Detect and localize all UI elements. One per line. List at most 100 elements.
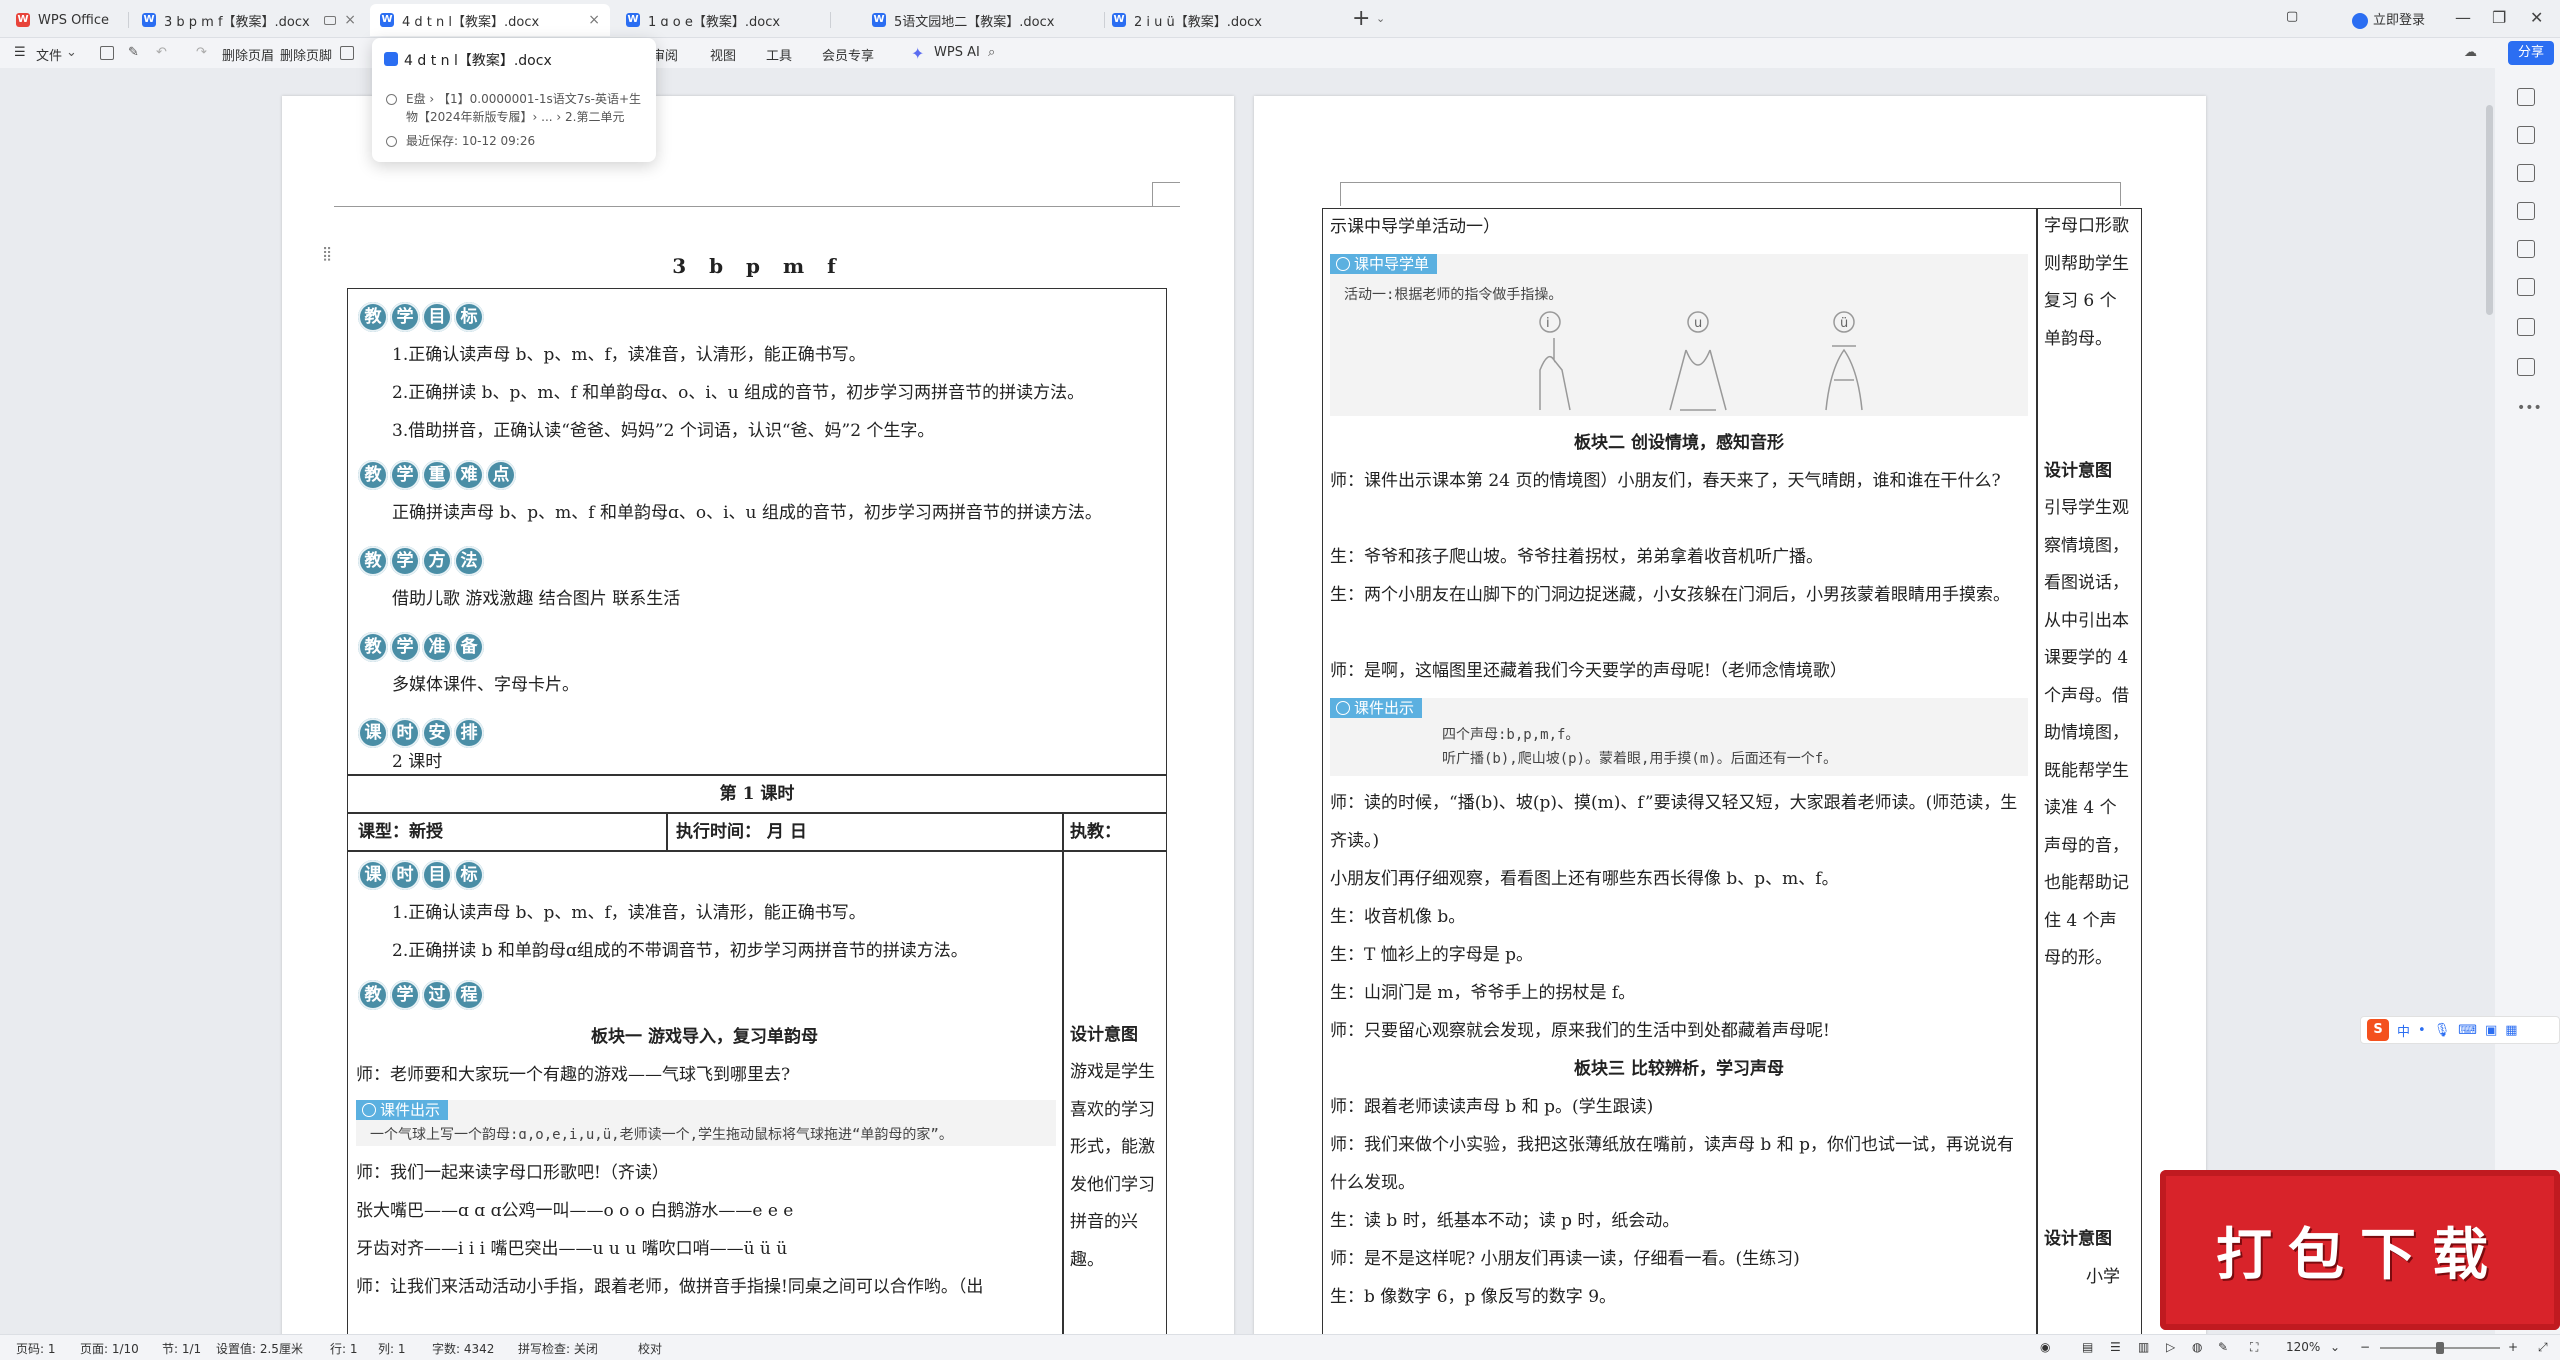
ime-language[interactable]: 中 (2397, 1021, 2410, 1040)
tab-doc-1aoe[interactable]: W 1 ɑ o e【教案】.docx (616, 4, 826, 36)
document-page-right[interactable]: 示课中导学单活动一） 课中导学单 活动一:根据老师的指令做手指操。 i u ü … (1254, 96, 2206, 1334)
menu-view[interactable]: 视图 (710, 45, 736, 64)
design-intent-text: 引导学生观察情境图，看图说话，从中引出本课要学的 4 个声母。借助情境图，既能帮… (2044, 498, 2129, 968)
zoom-in-icon[interactable]: + (2508, 1340, 2518, 1354)
outline-view-icon[interactable]: ☰ (2110, 1340, 2121, 1354)
hours-badge: 课时安排 (358, 718, 484, 748)
menu-file[interactable]: 文件 (36, 45, 62, 64)
status-words[interactable]: 字数: 4342 (432, 1340, 494, 1357)
callout-text: 活动一:根据老师的指令做手指操。 (1344, 287, 1563, 303)
zoom-slider-handle[interactable] (2436, 1342, 2444, 1354)
minimize-icon[interactable]: — (2455, 8, 2471, 27)
dialogue-line: 师：是不是这样呢? 小朋友们再读一读，仔细看一看。(生练习) (1330, 1249, 1800, 1269)
chevron-down-icon[interactable]: ⌄ (2330, 1340, 2340, 1354)
fullscreen-icon[interactable]: ⤢ (2538, 1340, 2548, 1355)
dialogue-line: 小朋友们再仔细观察，看看图上还有哪些东西长得像 b、p、m、f。 (1330, 869, 1839, 889)
chevron-down-icon[interactable]: ⌄ (66, 45, 77, 60)
tab-doc-yuwen[interactable]: W 5语文园地二【教案】.docx (862, 4, 1102, 36)
new-tab-icon[interactable]: + (1352, 6, 1370, 31)
status-spell[interactable]: 拼写检查: 关闭 (518, 1340, 598, 1357)
dialogue-line: 张大嘴巴——ɑ ɑ ɑ公鸡一叫——o o o 白鹅游水——e e e (356, 1201, 794, 1221)
eye-icon[interactable]: ◉ (2040, 1340, 2050, 1354)
status-section: 节: 1/1 (162, 1342, 202, 1356)
status-pages[interactable]: 页面: 1/10 (80, 1340, 139, 1357)
format-painter-icon[interactable]: ✎ (128, 45, 139, 60)
grid-icon[interactable]: ▦ (2505, 1023, 2517, 1038)
undo-icon[interactable]: ↶ (156, 45, 167, 60)
ime-toolbar[interactable]: S 中 • 🎙 ⌨ ▣ ▦ (2360, 1016, 2560, 1044)
status-proof[interactable]: 校对 (638, 1340, 662, 1357)
window-layout-icon[interactable]: ▢ (2286, 9, 2298, 24)
menu-wps-ai[interactable]: WPS AI (934, 45, 980, 60)
more-icon[interactable]: ••• (2517, 400, 2542, 416)
bag-icon[interactable] (2517, 358, 2535, 376)
login-button[interactable]: 立即登录 (2352, 9, 2425, 29)
hours-text: 2 课时 (392, 752, 443, 772)
monitor-icon[interactable] (324, 15, 336, 25)
tab-doc-4dtnl[interactable]: W 4 d t n l【教案】.docx × (370, 4, 610, 36)
skin-icon[interactable]: ▣ (2485, 1023, 2497, 1038)
status-page-no[interactable]: 页码: 1 (16, 1340, 56, 1357)
lesson-heading: 第 1 课时 (719, 784, 795, 804)
dialogue-line: 师：读的时候，“播(b)、坡(p)、摸(m)、f”要读得又轻又短，大家跟着老师读… (1330, 793, 2018, 851)
close-window-icon[interactable]: ✕ (2530, 8, 2543, 27)
delete-header-button[interactable]: 删除页眉 (222, 45, 274, 64)
mic-icon[interactable]: 🎙 (2434, 1023, 2451, 1038)
web-view-icon[interactable]: ◍ (2192, 1340, 2202, 1354)
hamburger-icon[interactable]: ☰ (14, 45, 26, 60)
download-ad-banner[interactable]: 打包下载 (2160, 1170, 2560, 1330)
vertical-scrollbar[interactable] (2486, 105, 2493, 315)
word-doc-icon (384, 52, 398, 66)
status-setting[interactable]: 设置值: 2.5厘米 (216, 1340, 303, 1357)
page-setup-icon[interactable] (340, 46, 354, 60)
callout-tag: 课件出示 (1330, 698, 1423, 718)
tab-wps-office[interactable]: W WPS Office (6, 4, 126, 36)
page-title: 3 b p m f (672, 254, 844, 278)
image-icon[interactable] (2517, 240, 2535, 258)
dialogue-line: 生：收音机像 b。 (1330, 907, 1466, 927)
callout-text: 四个声母:b,p,m,f。 (1442, 727, 1580, 743)
design-intent-title: 设计意图 (2044, 1229, 2112, 1249)
popup-path: E盘 › 【1】0.0000001-1s语文7s-英语+生 (406, 92, 642, 106)
settings-icon[interactable] (2517, 202, 2535, 220)
plus-icon[interactable] (2517, 88, 2535, 106)
tab-doc-3bpmf[interactable]: W 3 b p m f【教案】.docx × (132, 4, 366, 36)
tools-icon[interactable] (2517, 278, 2535, 296)
goal-item: 3.借助拼音，正确认读“爸爸、妈妈”2 个词语，认识“爸、妈”2 个生字。 (392, 421, 935, 441)
play-icon[interactable]: ▷ (2166, 1340, 2175, 1354)
lesson-goal-item: 2.正确拼读 b 和单韵母ɑ组成的不带调音节，初步学习两拼音节的拼读方法。 (392, 941, 968, 961)
keyboard-icon[interactable]: ⌨ (2458, 1023, 2477, 1038)
cursor-icon[interactable] (2517, 164, 2535, 182)
method-text: 借助儿歌 游戏激趣 结合图片 联系生活 (392, 589, 681, 609)
punctuation-icon[interactable]: • (2418, 1023, 2426, 1038)
callout-tag: 课中导学单 (1330, 254, 1438, 274)
close-icon[interactable]: × (344, 12, 356, 28)
page-view-icon[interactable]: ▤ (2082, 1340, 2093, 1354)
delete-footer-button[interactable]: 删除页脚 (280, 45, 332, 64)
search-icon[interactable]: ⌕ (988, 45, 995, 60)
restore-icon[interactable]: ❐ (2492, 8, 2506, 27)
right-sidebar: ••• (2495, 68, 2560, 1334)
document-page-left[interactable]: ⣿ 3 b p m f 教学目标 1.正确认读声母 b、p、m、f，读准音，认清… (282, 96, 1234, 1334)
share-button[interactable]: 分享 (2508, 41, 2554, 65)
read-view-icon[interactable]: ▥ (2138, 1340, 2149, 1354)
zoom-level[interactable]: 120% (2286, 1340, 2320, 1354)
guide-callout: 课中导学单 活动一:根据老师的指令做手指操。 i u ü (1330, 254, 2028, 416)
fit-icon[interactable]: ⛶ (2250, 1340, 2258, 1355)
tab-doc-2iuu[interactable]: W 2 i u ü【教案】.docx (1102, 4, 1322, 36)
redo-icon[interactable]: ↷ (196, 45, 207, 60)
menu-member[interactable]: 会员专享 (822, 45, 874, 64)
finger-label: ü (1840, 316, 1848, 331)
cloud-icon[interactable]: ☁ (2464, 45, 2477, 60)
tab-label: 2 i u ü【教案】.docx (1134, 14, 1262, 30)
zoom-out-icon[interactable]: − (2360, 1340, 2370, 1354)
close-icon[interactable]: × (588, 12, 600, 28)
wps-logo-icon: W (16, 13, 30, 27)
pen-icon[interactable]: ✎ (2218, 1340, 2228, 1354)
menu-tools[interactable]: 工具 (766, 45, 792, 64)
save-icon[interactable] (100, 46, 114, 60)
pen-icon[interactable] (2517, 126, 2535, 144)
text-line: 示课中导学单活动一） (1330, 217, 1500, 237)
chevron-down-icon[interactable]: ⌄ (1376, 12, 1385, 25)
help-icon[interactable] (2517, 318, 2535, 336)
